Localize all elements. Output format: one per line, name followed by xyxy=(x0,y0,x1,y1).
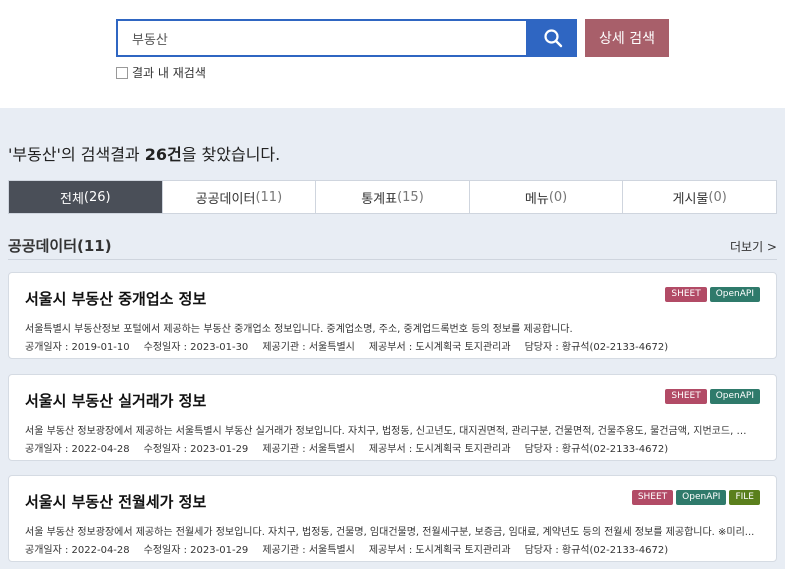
research-checkbox[interactable] xyxy=(116,66,128,79)
result-card[interactable]: 서울시 부동산 실거래가 정보 SHEET OpenAPI 서울 부동산 정보광… xyxy=(8,374,777,461)
sheet-badge[interactable]: SHEET xyxy=(631,490,674,505)
tab-label: 메뉴 xyxy=(524,191,549,207)
provider-dept: 제공부서 : 도시계획국 토지관리과 xyxy=(368,444,511,455)
card-title[interactable]: 서울시 부동산 전월세가 정보 xyxy=(25,491,206,512)
provider-dept: 제공부서 : 도시계획국 토지관리과 xyxy=(368,342,511,353)
sheet-badge[interactable]: SHEET xyxy=(665,287,707,302)
tab-count: (26) xyxy=(83,189,111,205)
tab-count: (0) xyxy=(708,189,727,205)
result-card[interactable]: 서울시 부동산 전월세가 정보 SHEET OpenAPI FILE 서울 부동… xyxy=(8,475,777,562)
card-title[interactable]: 서울시 부동산 중개업소 정보 xyxy=(25,288,206,309)
section-title: 공공데이터(11) xyxy=(8,237,112,255)
modified-date: 수정일자 : 2023-01-30 xyxy=(143,342,249,353)
search-box xyxy=(116,19,528,57)
tab-posts[interactable]: 게시물 (0) xyxy=(623,181,776,213)
result-card[interactable]: 서울시 부동산 중개업소 정보 SHEET OpenAPI 서울특별시 부동산정… xyxy=(8,272,777,359)
tab-menu[interactable]: 메뉴 (0) xyxy=(470,181,624,213)
contact-person: 담당자 : 황규석(02-2133-4672) xyxy=(524,342,669,353)
tab-label: 전체 xyxy=(59,191,84,207)
search-icon xyxy=(543,29,562,48)
modified-date: 수정일자 : 2023-01-29 xyxy=(143,444,249,455)
provider-org: 제공기관 : 서울특별시 xyxy=(262,545,355,556)
card-description: 서울특별시 부동산정보 포털에서 제공하는 부동산 중개업소 정보입니다. 중계… xyxy=(25,324,573,335)
research-label: 결과 내 재검색 xyxy=(132,66,206,80)
section-header: 공공데이터(11) 더보기 > xyxy=(8,234,777,260)
tab-label: 통계표 xyxy=(361,191,398,207)
result-tabs: 전체 (26) 공공데이터 (11) 통계표 (15) 메뉴 (0) 게시물 (0) xyxy=(8,180,777,214)
tab-statistics[interactable]: 통계표 (15) xyxy=(316,181,470,213)
card-description: 서울 부동산 정보광장에서 제공하는 전월세가 정보입니다. 자치구, 법정동,… xyxy=(25,527,755,538)
tab-label: 게시물 xyxy=(672,191,709,207)
more-link[interactable]: 더보기 > xyxy=(730,238,777,255)
open-date: 공개일자 : 2022-04-28 xyxy=(25,545,130,556)
card-description: 서울 부동산 정보광장에서 제공하는 서울특별시 부동산 실거래가 정보입니다.… xyxy=(25,426,755,437)
provider-org: 제공기관 : 서울특별시 xyxy=(262,342,355,353)
file-badge[interactable]: FILE xyxy=(729,490,760,505)
result-summary: '부동산'의 검색결과 26건을 찾았습니다. xyxy=(8,141,280,165)
result-prefix: '부동산'의 검색결과 xyxy=(8,145,145,164)
card-meta: 공개일자 : 2022-04-28 수정일자 : 2023-01-29 제공기관… xyxy=(25,541,682,556)
result-count: 26건 xyxy=(144,145,182,164)
tab-count: (15) xyxy=(397,189,424,205)
detail-search-button[interactable]: 상세 검색 xyxy=(585,19,669,57)
search-button[interactable] xyxy=(528,19,577,57)
openapi-badge[interactable]: OpenAPI xyxy=(709,287,760,302)
search-area: 상세 검색 결과 내 재검색 xyxy=(0,0,785,108)
tab-count: (11) xyxy=(255,189,283,205)
card-meta: 공개일자 : 2022-04-28 수정일자 : 2023-01-29 제공기관… xyxy=(25,440,682,455)
tab-all[interactable]: 전체 (26) xyxy=(9,181,163,213)
tab-count: (0) xyxy=(548,189,568,205)
tab-public-data[interactable]: 공공데이터 (11) xyxy=(163,181,317,213)
badges: SHEET OpenAPI xyxy=(665,389,760,404)
modified-date: 수정일자 : 2023-01-29 xyxy=(143,545,249,556)
provider-dept: 제공부서 : 도시계획국 토지관리과 xyxy=(368,545,511,556)
sheet-badge[interactable]: SHEET xyxy=(665,389,707,404)
result-suffix: 을 찾았습니다. xyxy=(181,145,281,164)
provider-org: 제공기관 : 서울특별시 xyxy=(262,444,355,455)
open-date: 공개일자 : 2019-01-10 xyxy=(25,342,130,353)
contact-person: 담당자 : 황규석(02-2133-4672) xyxy=(524,444,669,455)
contact-person: 담당자 : 황규석(02-2133-4672) xyxy=(524,545,669,556)
card-meta: 공개일자 : 2019-01-10 수정일자 : 2023-01-30 제공기관… xyxy=(25,338,682,353)
openapi-badge[interactable]: OpenAPI xyxy=(709,389,760,404)
openapi-badge[interactable]: OpenAPI xyxy=(676,490,727,505)
tab-label: 공공데이터 xyxy=(195,191,256,207)
badges: SHEET OpenAPI FILE xyxy=(631,490,760,505)
search-input[interactable] xyxy=(118,21,526,55)
open-date: 공개일자 : 2022-04-28 xyxy=(25,444,130,455)
badges: SHEET OpenAPI xyxy=(665,287,760,302)
card-title[interactable]: 서울시 부동산 실거래가 정보 xyxy=(25,390,206,411)
research-option[interactable]: 결과 내 재검색 xyxy=(116,64,206,81)
